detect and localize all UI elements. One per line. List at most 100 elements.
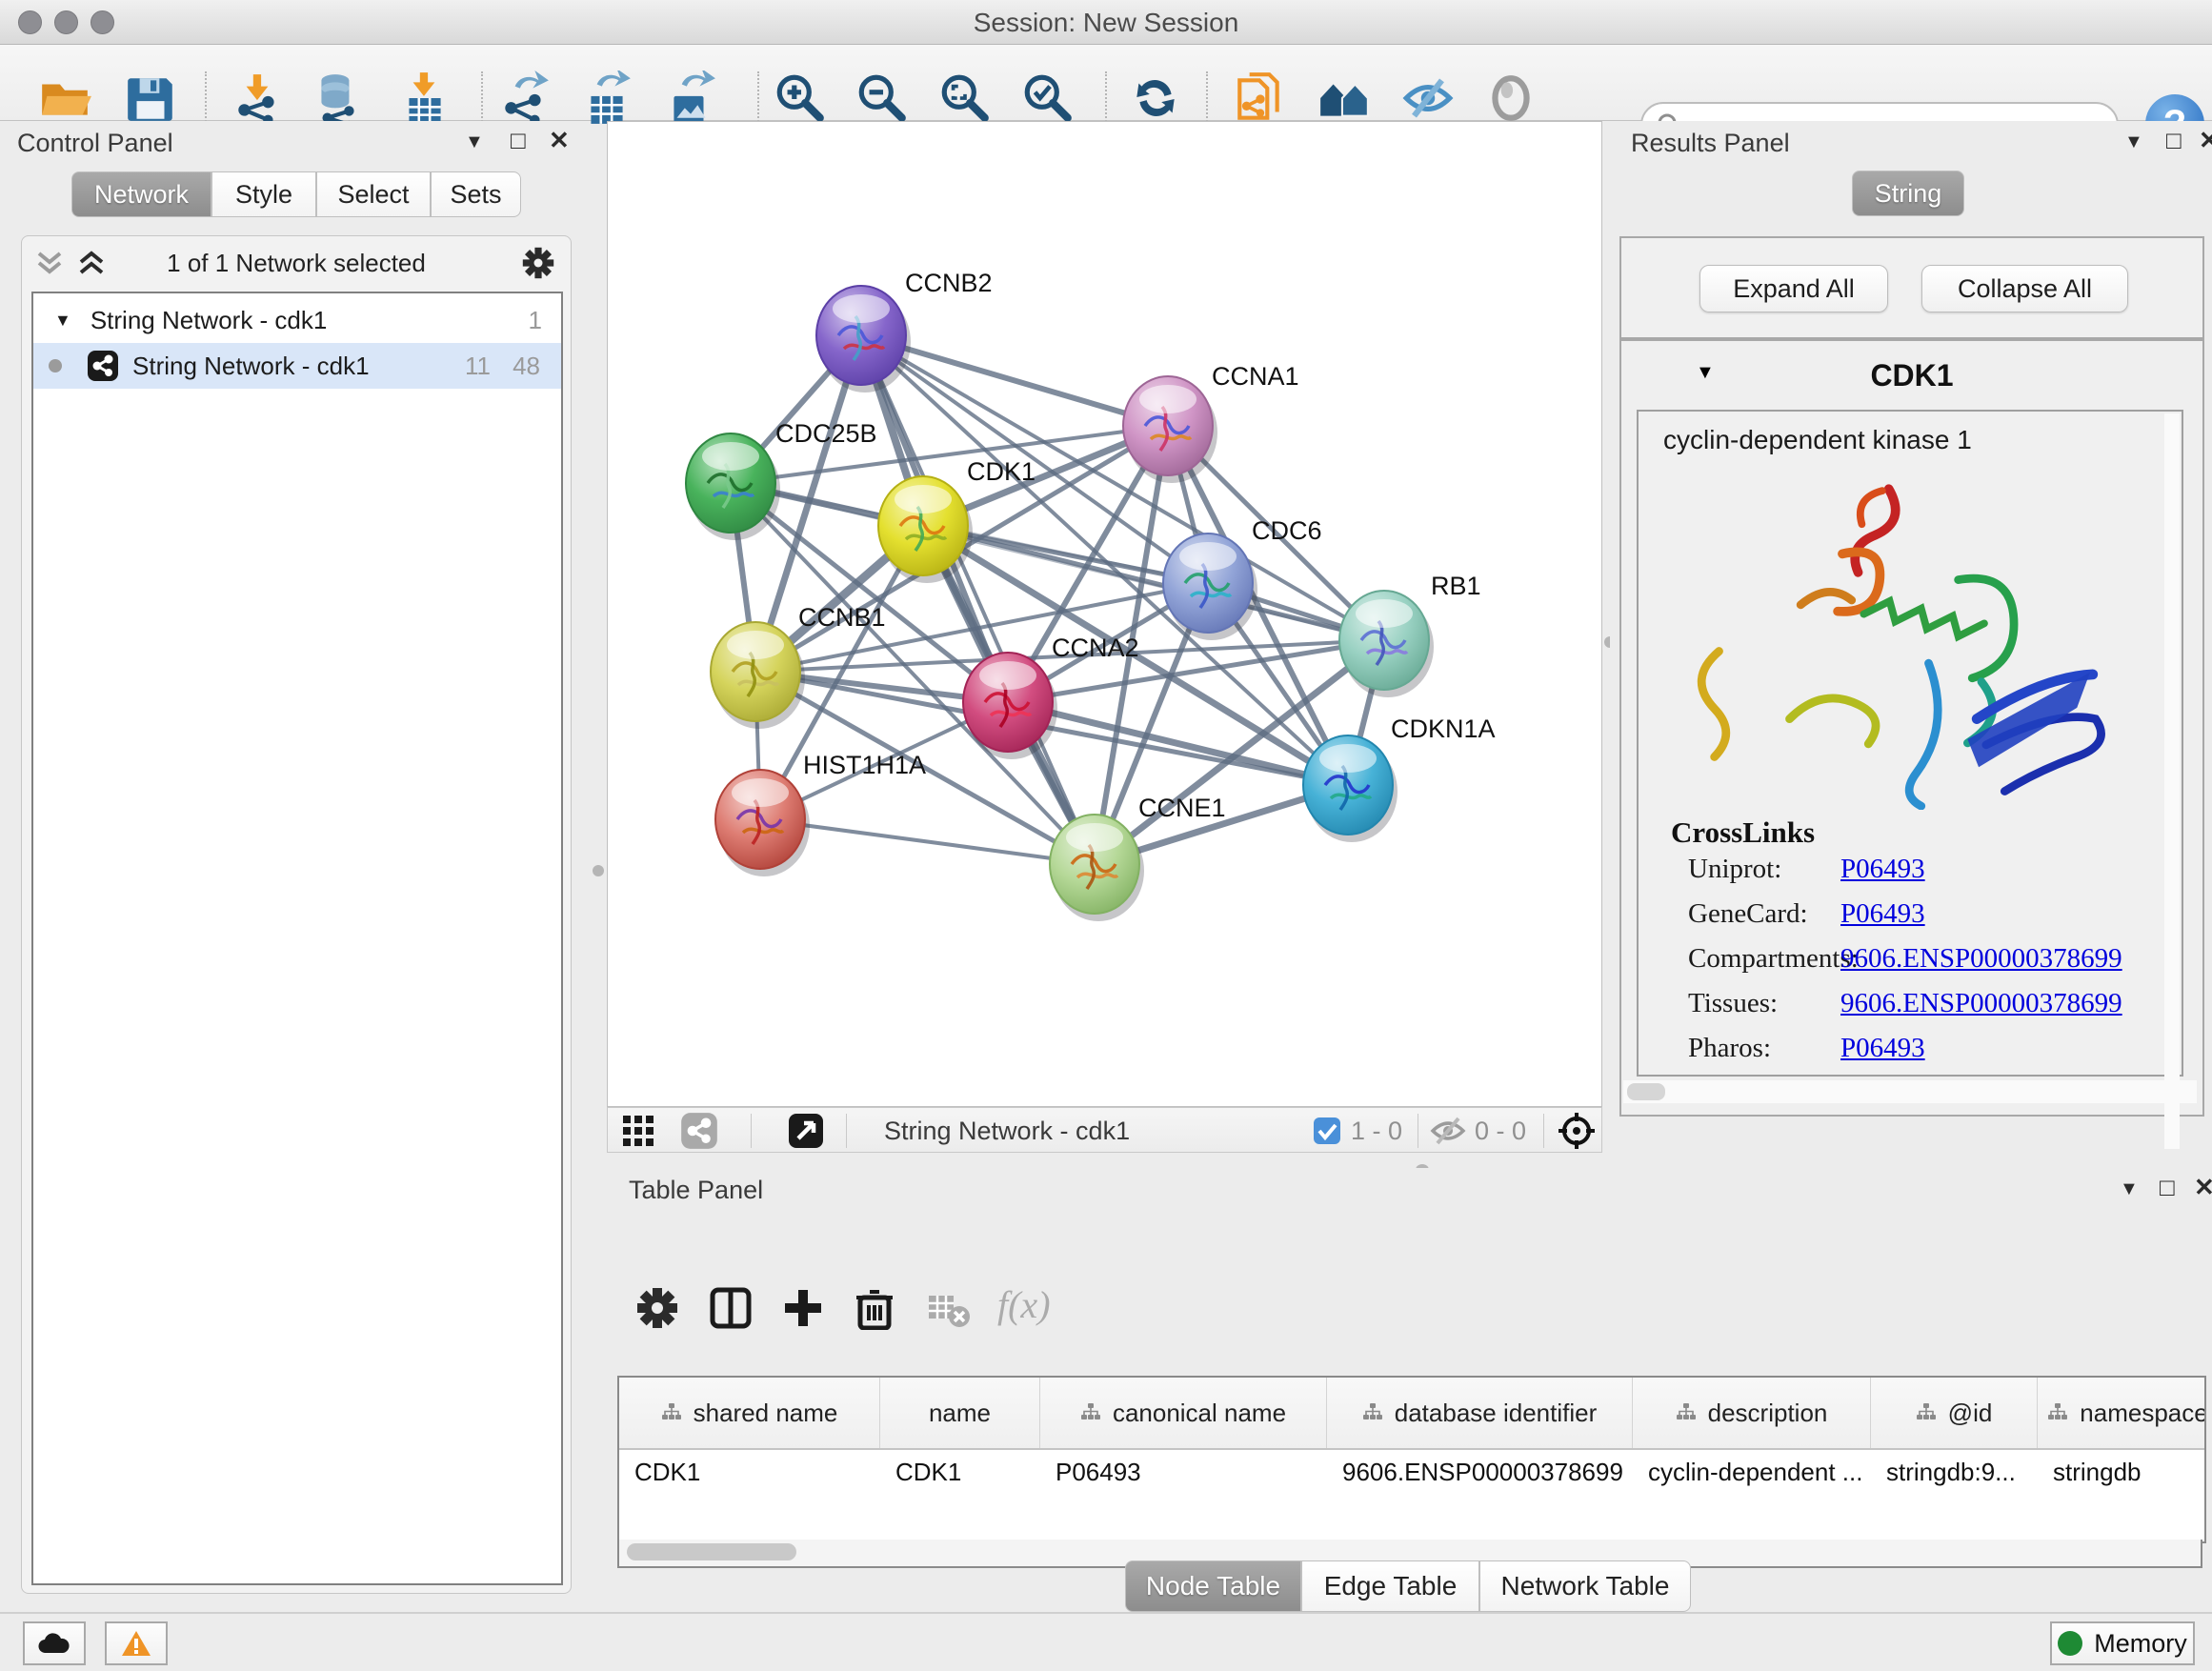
save-session-icon[interactable]	[123, 70, 178, 126]
node-label-CCNB1: CCNB1	[798, 603, 886, 632]
node-label-CCNB2: CCNB2	[905, 269, 993, 297]
table-cell[interactable]: stringdb:9...	[1871, 1450, 2038, 1498]
tree-expand-icon[interactable]: ▼	[54, 311, 71, 331]
tab-network[interactable]: Network	[71, 171, 211, 217]
show-glass-icon[interactable]	[1483, 70, 1538, 126]
panel-close-icon[interactable]: ✕	[2194, 1168, 2212, 1206]
zoom-selected-icon[interactable]	[1020, 70, 1076, 126]
node-CDC6[interactable]: CDC6	[1163, 516, 1322, 640]
gene-details: cyclin-dependent kinase 1	[1637, 410, 2183, 1077]
node-label-RB1: RB1	[1431, 572, 1481, 600]
tab-edge-table[interactable]: Edge Table	[1301, 1560, 1479, 1612]
panel-close-icon[interactable]: ✕	[2199, 121, 2212, 159]
node-RB1[interactable]: RB1	[1339, 572, 1481, 697]
zoom-fit-icon[interactable]	[937, 70, 993, 126]
crosslink-link[interactable]: P06493	[1840, 898, 1925, 930]
export-image-icon[interactable]	[662, 70, 717, 126]
import-table-icon[interactable]	[397, 70, 452, 126]
warnings-button[interactable]	[105, 1621, 168, 1665]
table-cell[interactable]: CDK1	[619, 1450, 880, 1498]
column-header-canonical-name[interactable]: canonical name	[1040, 1378, 1327, 1448]
zoom-in-icon[interactable]	[773, 70, 828, 126]
network-canvas[interactable]: CCNB2CCNA1CDC25BCDK1CDC6RB1CCNB1CCNA2CDK…	[607, 121, 1602, 1107]
collapse-all-button[interactable]: Collapse All	[1921, 265, 2128, 312]
edge-CCNB2-CCNE1[interactable]	[861, 335, 1095, 864]
column-header-namespace[interactable]: namespace	[2038, 1378, 2206, 1448]
edge-HIST1H1A-CCNE1[interactable]	[760, 819, 1095, 864]
export-table-icon[interactable]	[579, 70, 634, 126]
table-cell[interactable]: stringdb	[2038, 1450, 2206, 1498]
table-cell[interactable]: 9606.ENSP00000378699	[1327, 1450, 1633, 1498]
tab-network-table[interactable]: Network Table	[1479, 1560, 1691, 1612]
crosslink-link[interactable]: 9606.ENSP00000378699	[1840, 988, 2122, 1019]
import-network-icon[interactable]	[231, 70, 286, 126]
node-HIST1H1A[interactable]: HIST1H1A	[715, 751, 926, 876]
panel-collapse-icon[interactable]: ▼	[2124, 123, 2143, 161]
delete-column-icon[interactable]	[853, 1286, 896, 1330]
cloud-button[interactable]	[23, 1621, 86, 1665]
string-view-icon[interactable]	[680, 1112, 718, 1150]
gear-icon[interactable]	[521, 246, 555, 280]
panel-collapse-icon[interactable]: ▼	[2120, 1170, 2139, 1208]
network-column-icon	[661, 1399, 682, 1428]
crosslink-link[interactable]: P06493	[1840, 1033, 1925, 1064]
memory-button[interactable]: Memory	[2050, 1621, 2195, 1665]
selected-checkbox-icon[interactable]	[1313, 1117, 1341, 1145]
node-table: shared name namecanonical name database id…	[617, 1376, 2206, 1543]
table-cell[interactable]: cyclin-dependent ...	[1633, 1450, 1871, 1498]
node-CCNA1[interactable]: CCNA1	[1123, 362, 1299, 483]
tab-select[interactable]: Select	[316, 171, 431, 217]
gene-header-row[interactable]: ▼ CDK1	[1621, 341, 2202, 410]
tab-node-table[interactable]: Node Table	[1125, 1560, 1301, 1612]
network-collection-row[interactable]: ▼ String Network - cdk1 1	[33, 297, 561, 343]
tab-style[interactable]: Style	[211, 171, 316, 217]
zoom-out-icon[interactable]	[855, 70, 910, 126]
export-network-icon[interactable]	[497, 70, 553, 126]
crosslink-link[interactable]: 9606.ENSP00000378699	[1840, 943, 2122, 975]
column-header-shared-name[interactable]: shared name	[619, 1378, 880, 1448]
table-cell[interactable]: CDK1	[880, 1450, 1040, 1498]
panel-float-icon[interactable]: □	[2166, 121, 2182, 159]
refresh-icon[interactable]	[1128, 70, 1183, 126]
crosslink-link[interactable]: P06493	[1840, 854, 1925, 885]
column-label: shared name	[694, 1399, 838, 1428]
string-network-icon	[87, 350, 119, 382]
node-CCNE1[interactable]: CCNE1	[1050, 794, 1226, 921]
column-header-name[interactable]: name	[880, 1378, 1040, 1448]
table-cell[interactable]: P06493	[1040, 1450, 1327, 1498]
column-label: database identifier	[1395, 1399, 1597, 1428]
network-column-icon	[1676, 1399, 1697, 1428]
panel-collapse-icon[interactable]: ▼	[465, 123, 484, 161]
toolbar-separator	[757, 71, 759, 125]
detach-view-icon[interactable]	[787, 1112, 825, 1150]
string-import-icon[interactable]	[1232, 70, 1287, 126]
crosslink-label: GeneCard:	[1688, 898, 1808, 929]
column-header-@id[interactable]: @id	[1871, 1378, 2038, 1448]
panel-float-icon[interactable]: □	[511, 121, 526, 159]
scrollbar-thumb[interactable]	[1627, 1083, 1665, 1100]
splitter-grip[interactable]	[593, 865, 604, 876]
birds-eye-view-icon[interactable]	[621, 1114, 657, 1148]
network-selection-status: 1 of 1 Network selected	[22, 249, 571, 278]
open-session-icon[interactable]	[37, 70, 92, 126]
import-database-icon[interactable]	[310, 70, 365, 126]
results-horizontal-scrollbar[interactable]	[1623, 1080, 2197, 1103]
column-header-database-identifier[interactable]: database identifier	[1327, 1378, 1633, 1448]
expand-all-button[interactable]: Expand All	[1699, 265, 1888, 312]
node-CDKN1A[interactable]: CDKN1A	[1303, 715, 1496, 842]
tab-string[interactable]: String	[1852, 171, 1964, 216]
crosshair-icon[interactable]	[1557, 1111, 1597, 1151]
panel-float-icon[interactable]: □	[2160, 1168, 2175, 1206]
hide-glass-icon[interactable]	[1400, 70, 1456, 126]
add-column-icon[interactable]	[781, 1286, 825, 1330]
show-columns-icon[interactable]	[709, 1286, 753, 1330]
string-home-icon[interactable]	[1317, 70, 1372, 126]
tab-sets[interactable]: Sets	[431, 171, 521, 217]
scrollbar-thumb[interactable]	[627, 1543, 796, 1560]
column-header-description[interactable]: description	[1633, 1378, 1871, 1448]
results-vertical-scrollbar[interactable]	[2164, 413, 2180, 1149]
table-row[interactable]: CDK1CDK1P064939606.ENSP00000378699cyclin…	[619, 1450, 2204, 1498]
network-row[interactable]: String Network - cdk1 11 48	[33, 343, 561, 389]
table-options-gear-icon[interactable]	[635, 1286, 679, 1330]
panel-close-icon[interactable]: ✕	[549, 121, 570, 159]
